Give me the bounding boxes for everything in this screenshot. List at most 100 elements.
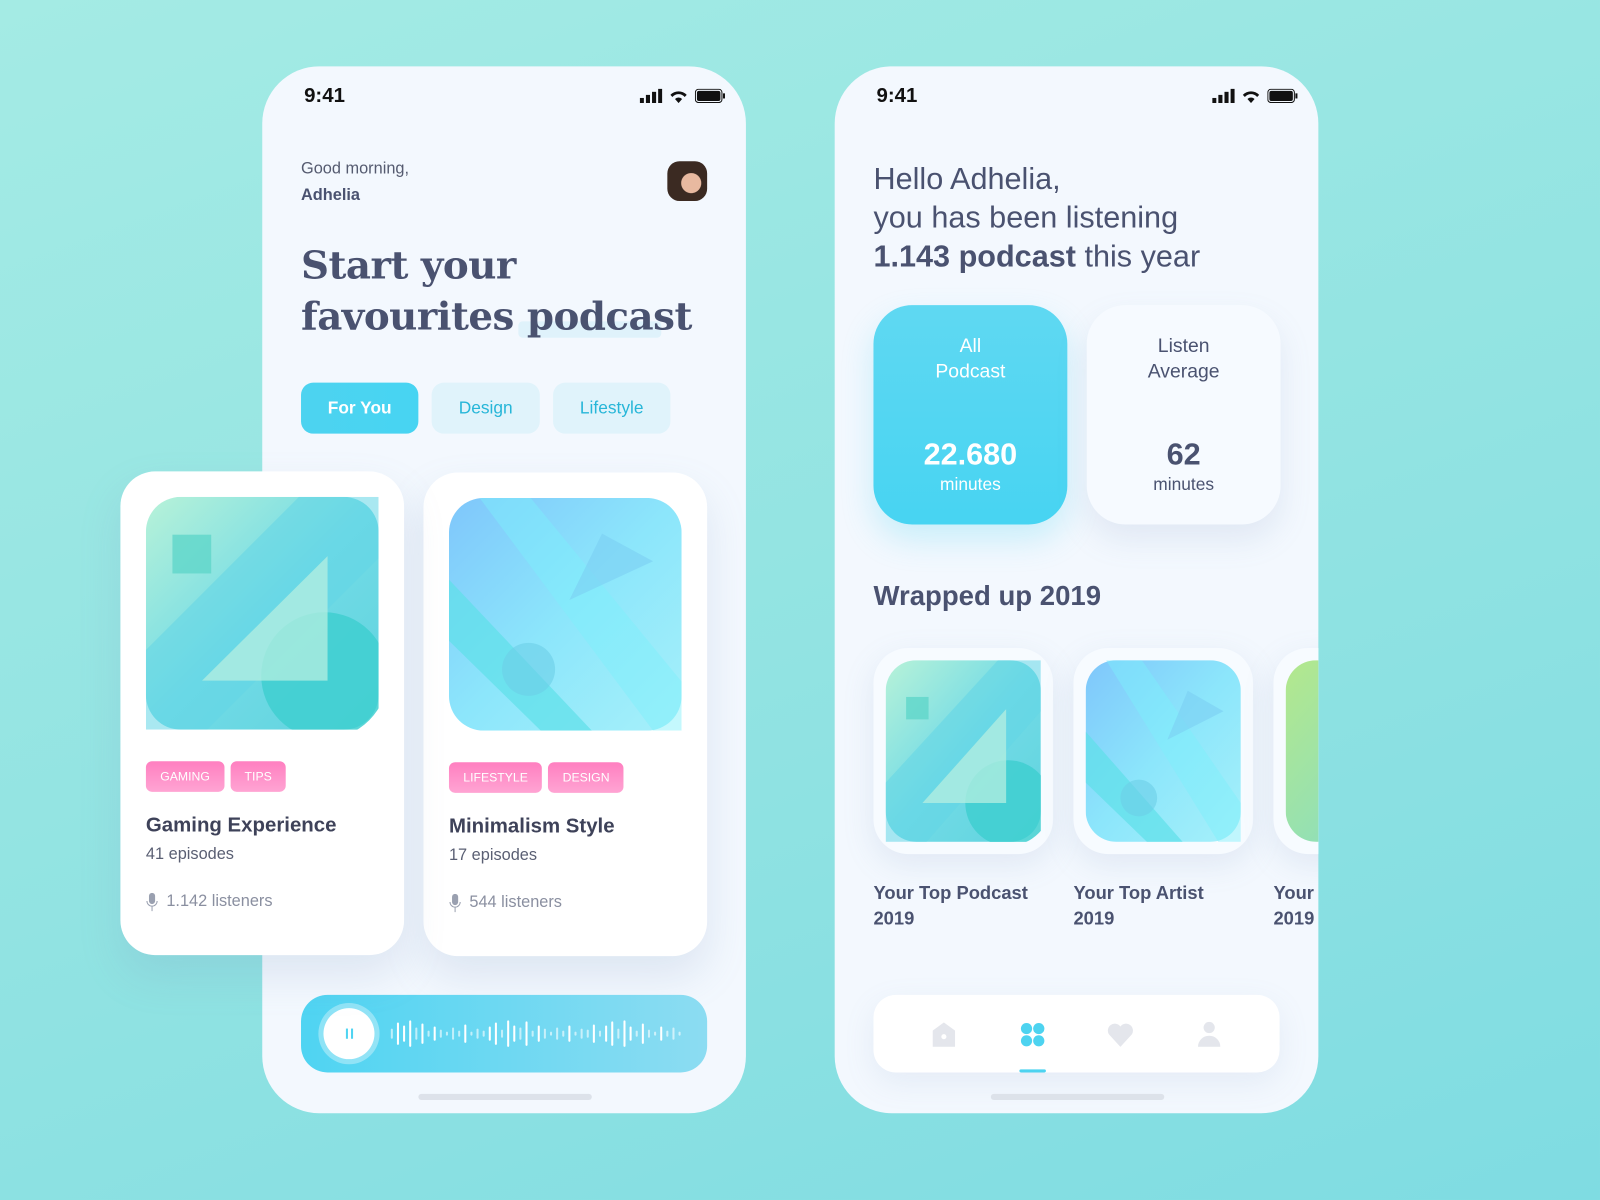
user-icon[interactable] bbox=[1197, 1021, 1221, 1047]
wrapped-label-line: 2019 bbox=[1073, 908, 1115, 929]
waveform-bar bbox=[507, 1020, 510, 1047]
home-icon[interactable] bbox=[932, 1022, 956, 1047]
waveform-bar bbox=[396, 1022, 399, 1045]
wifi-icon bbox=[1242, 91, 1260, 104]
waveform-bar bbox=[580, 1028, 583, 1039]
battery-icon bbox=[694, 88, 725, 104]
stat-card-listen-average[interactable]: Listen Average 62 minutes bbox=[1086, 305, 1281, 525]
waveform-bar bbox=[513, 1025, 516, 1042]
podcast-title: Minimalism Style bbox=[448, 815, 615, 838]
waveform-bar bbox=[623, 1020, 626, 1047]
episode-count: 17 episodes bbox=[448, 846, 538, 865]
bottom-nav bbox=[873, 994, 1280, 1073]
stat-value: 62 bbox=[1166, 437, 1201, 472]
wrapped-cover-art bbox=[1085, 660, 1241, 842]
section-title: Wrapped up 2019 bbox=[873, 580, 1102, 612]
wrapped-label: Your 2019 bbox=[1273, 881, 1314, 932]
waveform-bar bbox=[488, 1026, 491, 1041]
wrapped-cover-art bbox=[885, 660, 1041, 842]
wrapped-cover-art bbox=[1285, 660, 1319, 842]
waveform-bar bbox=[421, 1023, 424, 1044]
wrapped-card-top-podcast[interactable] bbox=[873, 647, 1054, 855]
waveform-bar bbox=[592, 1024, 595, 1043]
waveform-bar bbox=[537, 1025, 540, 1042]
stat-unit: minutes bbox=[1153, 474, 1215, 494]
waveform-bar bbox=[390, 1028, 393, 1039]
tab-for-you[interactable]: For You bbox=[301, 382, 419, 434]
wrapped-card-top-artist[interactable] bbox=[1073, 647, 1254, 855]
pause-icon bbox=[345, 1028, 353, 1039]
waveform-bar bbox=[556, 1027, 559, 1040]
summary-line: you has been listening bbox=[873, 201, 1179, 235]
battery-icon bbox=[1267, 88, 1298, 104]
tab-lifestyle[interactable]: Lifestyle bbox=[553, 382, 671, 434]
right-phone-screen: 9:41 Hello Adhelia, you has been listeni… bbox=[834, 66, 1319, 1114]
waveform-bar bbox=[611, 1021, 614, 1046]
waveform-bar bbox=[476, 1028, 479, 1039]
podcast-title: Gaming Experience bbox=[145, 814, 337, 837]
waveform-bar bbox=[660, 1026, 663, 1041]
podcast-count: 1.143 podcast bbox=[873, 239, 1076, 274]
podcast-cover-art bbox=[448, 497, 682, 731]
grid-icon[interactable] bbox=[1020, 1022, 1045, 1047]
signal-icon bbox=[639, 88, 663, 104]
podcast-card-gaming[interactable]: GAMING TIPS Gaming Experience 41 episodes… bbox=[120, 471, 405, 956]
waveform-bar bbox=[458, 1030, 461, 1037]
waveform-bar bbox=[654, 1031, 657, 1036]
waveform-bar bbox=[635, 1030, 638, 1037]
stat-card-all-podcast[interactable]: All Podcast 22.680 minutes bbox=[873, 305, 1068, 525]
waveform-bar bbox=[568, 1025, 571, 1042]
stat-label-line: All bbox=[959, 335, 982, 358]
waveform-bar bbox=[629, 1026, 632, 1041]
active-tab-indicator bbox=[1019, 1069, 1046, 1073]
listening-summary: Hello Adhelia, you has been listening 1.… bbox=[873, 160, 1200, 276]
avatar[interactable] bbox=[667, 161, 708, 202]
podcast-count-suffix: this year bbox=[1075, 239, 1201, 274]
waveform-bar bbox=[433, 1026, 436, 1041]
waveform[interactable] bbox=[390, 1013, 687, 1054]
user-name: Adhelia bbox=[301, 186, 360, 205]
headline-line-2: favourites podcast bbox=[301, 292, 692, 339]
waveform-bar bbox=[439, 1029, 442, 1038]
wrapped-label-line: Your Top Artist bbox=[1073, 882, 1204, 904]
waveform-bar bbox=[549, 1031, 553, 1036]
episode-count: 41 episodes bbox=[145, 845, 234, 864]
waveform-bar bbox=[427, 1030, 430, 1037]
microphone-icon bbox=[449, 893, 461, 913]
waveform-bar bbox=[666, 1030, 669, 1037]
waveform-bar bbox=[415, 1027, 418, 1040]
home-indicator bbox=[418, 1093, 592, 1100]
headline: Start your favourites podcast bbox=[301, 240, 692, 342]
waveform-bar bbox=[494, 1022, 497, 1045]
pause-button[interactable] bbox=[323, 1008, 375, 1060]
audio-player[interactable] bbox=[301, 994, 708, 1073]
waveform-bar bbox=[403, 1025, 406, 1042]
waveform-bar bbox=[678, 1031, 681, 1036]
waveform-bar bbox=[519, 1027, 522, 1040]
waveform-bar bbox=[586, 1029, 589, 1038]
podcast-card-minimalism[interactable]: LIFESTYLE DESIGN Minimalism Style 17 epis… bbox=[423, 472, 708, 957]
wrapped-label: Your Top Podcast 2019 bbox=[873, 881, 1027, 932]
signal-icon bbox=[1212, 88, 1235, 104]
wrapped-card-partial[interactable] bbox=[1273, 647, 1319, 855]
waveform-bar bbox=[482, 1030, 485, 1037]
greeting: Good morning, bbox=[301, 160, 410, 178]
tag: TIPS bbox=[230, 761, 287, 792]
waveform-bar bbox=[452, 1027, 455, 1040]
wrapped-label-line: Your Top Podcast bbox=[873, 882, 1028, 904]
home-indicator bbox=[990, 1093, 1165, 1100]
waveform-bar bbox=[470, 1031, 473, 1036]
microphone-icon bbox=[146, 892, 158, 912]
wrapped-label: Your Top Artist 2019 bbox=[1073, 881, 1203, 932]
waveform-bar bbox=[525, 1021, 528, 1046]
status-icons bbox=[1212, 88, 1298, 104]
wrapped-label-line: 2019 bbox=[1273, 908, 1315, 929]
waveform-bar bbox=[598, 1030, 602, 1037]
waveform-bar bbox=[445, 1031, 448, 1036]
stat-unit: minutes bbox=[940, 474, 1001, 494]
tab-design[interactable]: Design bbox=[431, 382, 540, 434]
waveform-bar bbox=[574, 1031, 577, 1036]
listener-count: 544 listeners bbox=[469, 893, 562, 912]
headline-line-1: Start your bbox=[301, 241, 516, 288]
heart-icon[interactable] bbox=[1107, 1022, 1134, 1047]
